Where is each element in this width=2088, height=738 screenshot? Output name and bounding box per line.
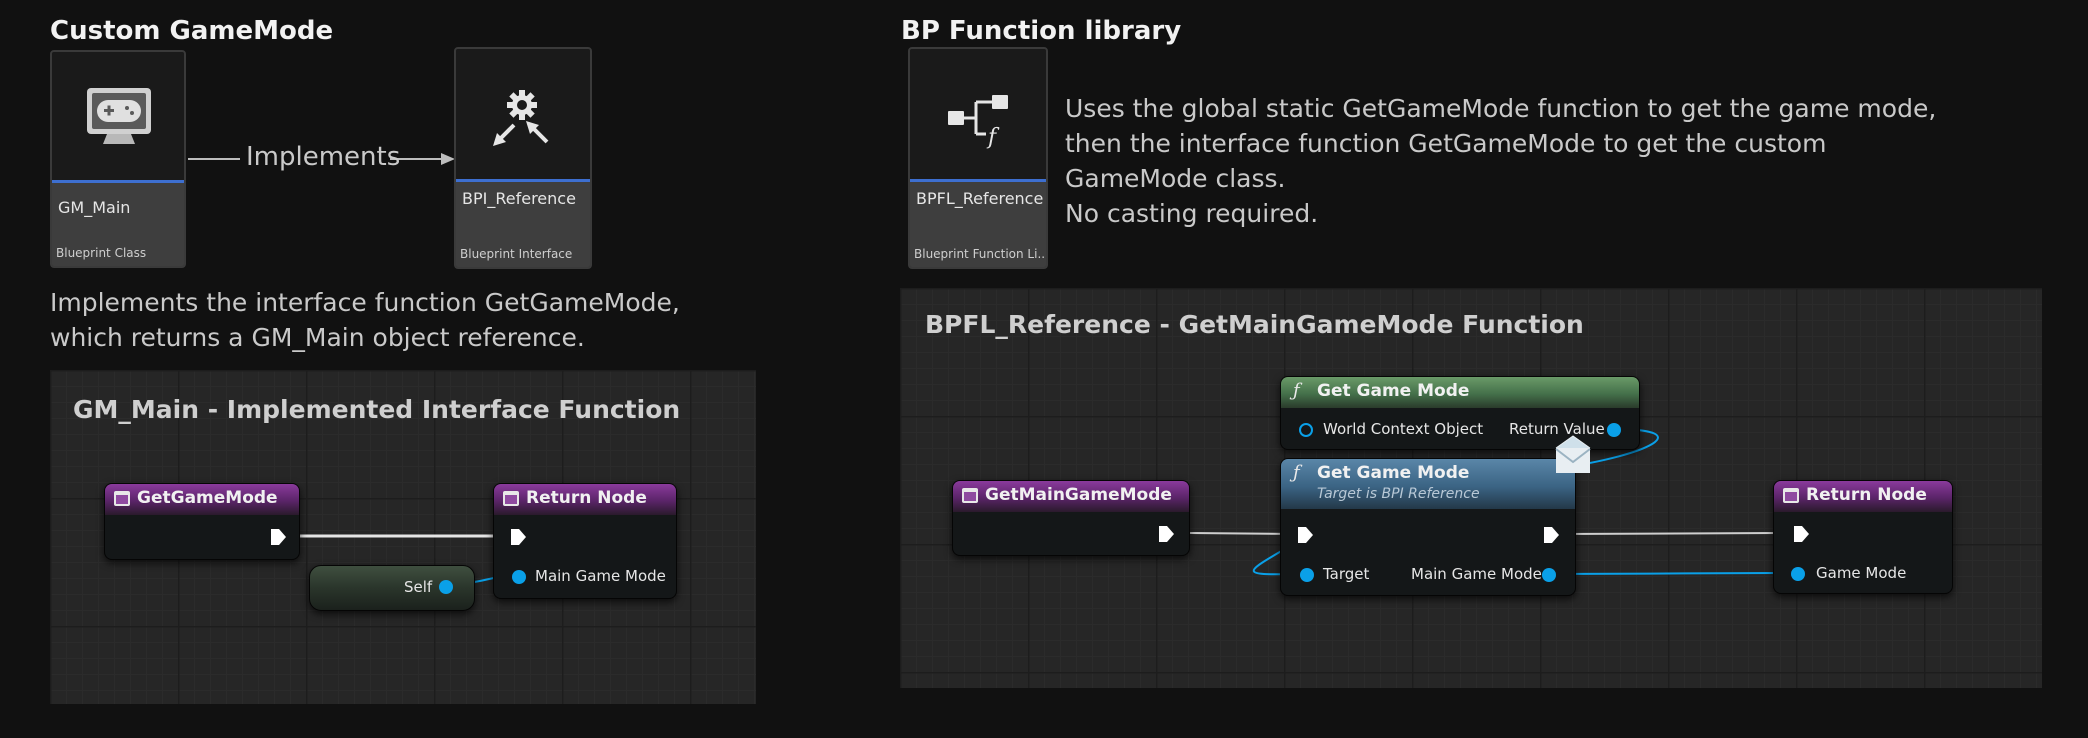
game-mode-pin-label: Game Mode [1816, 564, 1907, 582]
interface-message-icon [1555, 435, 1591, 473]
return-node-right[interactable]: Return Node Game Mode [1773, 480, 1953, 594]
